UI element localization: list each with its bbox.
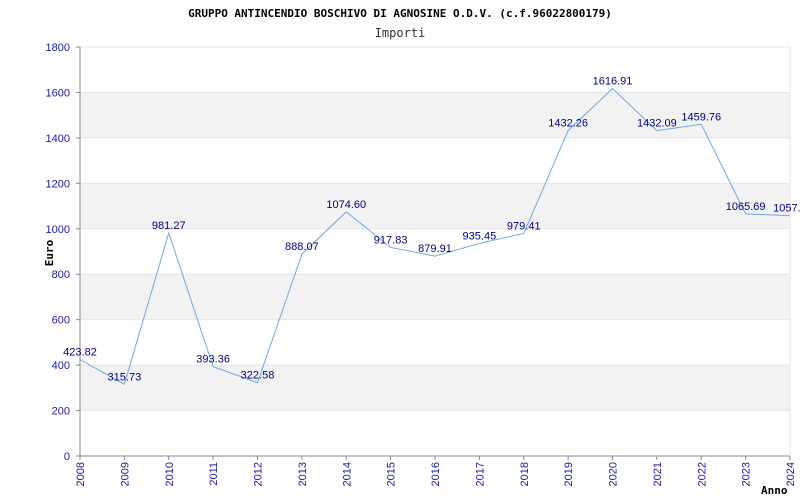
x-tick-label: 2009 xyxy=(119,462,131,486)
x-tick-label: 2018 xyxy=(519,462,531,486)
data-label: 888.07 xyxy=(285,241,319,253)
data-label: 1432.09 xyxy=(637,118,677,130)
data-label: 423.82 xyxy=(63,347,97,359)
x-tick-label: 2014 xyxy=(341,462,353,486)
data-label: 1616.91 xyxy=(593,76,633,88)
chart-subtitle: Importi xyxy=(375,26,426,40)
y-axis-label: Euro xyxy=(43,239,56,266)
data-label: 322.58 xyxy=(241,370,275,382)
y-tick-label: 400 xyxy=(52,360,70,372)
y-tick-label: 1600 xyxy=(46,87,70,99)
data-label: 1432.26 xyxy=(548,118,588,130)
x-tick-label: 2023 xyxy=(741,462,753,486)
x-tick-label: 2010 xyxy=(164,462,176,486)
x-axis-label: Anno xyxy=(761,484,788,497)
chart-title: GRUPPO ANTINCENDIO BOSCHIVO DI AGNOSINE … xyxy=(188,7,612,20)
y-tick-label: 200 xyxy=(52,406,70,418)
grid-band xyxy=(80,365,790,411)
data-label: 1459.76 xyxy=(681,111,721,123)
y-tick-label: 0 xyxy=(64,451,70,463)
data-label: 1057.6 xyxy=(773,203,800,215)
x-tick-label: 2021 xyxy=(652,462,664,486)
x-tick-label: 2017 xyxy=(474,462,486,486)
x-tick-label: 2008 xyxy=(75,462,87,486)
data-label: 935.45 xyxy=(463,230,497,242)
data-label: 1065.69 xyxy=(726,201,766,213)
y-tick-label: 1200 xyxy=(46,178,70,190)
grid-band xyxy=(80,274,790,320)
data-label: 981.27 xyxy=(152,220,186,232)
x-tick-labels: 2008 2009 2010 2011 2012 2013 2014 2015 2016 2017… xyxy=(75,462,797,486)
data-label: 1074.60 xyxy=(326,199,366,211)
x-tick-label: 2020 xyxy=(608,462,620,486)
y-tick-label: 600 xyxy=(52,315,70,327)
x-tick-label: 2012 xyxy=(253,462,265,486)
data-label: 879.91 xyxy=(418,243,452,255)
line-chart: GRUPPO ANTINCENDIO BOSCHIVO DI AGNOSINE … xyxy=(43,7,800,497)
x-tick-label: 2022 xyxy=(696,462,708,486)
y-tick-label: 1400 xyxy=(46,133,70,145)
x-tick-label: 2015 xyxy=(386,462,398,486)
data-label: 393.36 xyxy=(196,354,230,366)
x-tick-label: 2016 xyxy=(430,462,442,486)
grid-band xyxy=(80,183,790,229)
data-label: 315.73 xyxy=(108,371,142,383)
x-tick-label: 2011 xyxy=(208,462,220,486)
data-label: 917.83 xyxy=(374,234,408,246)
x-tick-label: 2024 xyxy=(785,462,797,486)
y-tick-label: 1800 xyxy=(46,42,70,54)
data-label: 979.41 xyxy=(507,220,541,232)
y-tick-label: 1000 xyxy=(46,224,70,236)
x-tick-label: 2019 xyxy=(563,462,575,486)
y-tick-label: 800 xyxy=(52,269,70,281)
x-tick-label: 2013 xyxy=(297,462,309,486)
